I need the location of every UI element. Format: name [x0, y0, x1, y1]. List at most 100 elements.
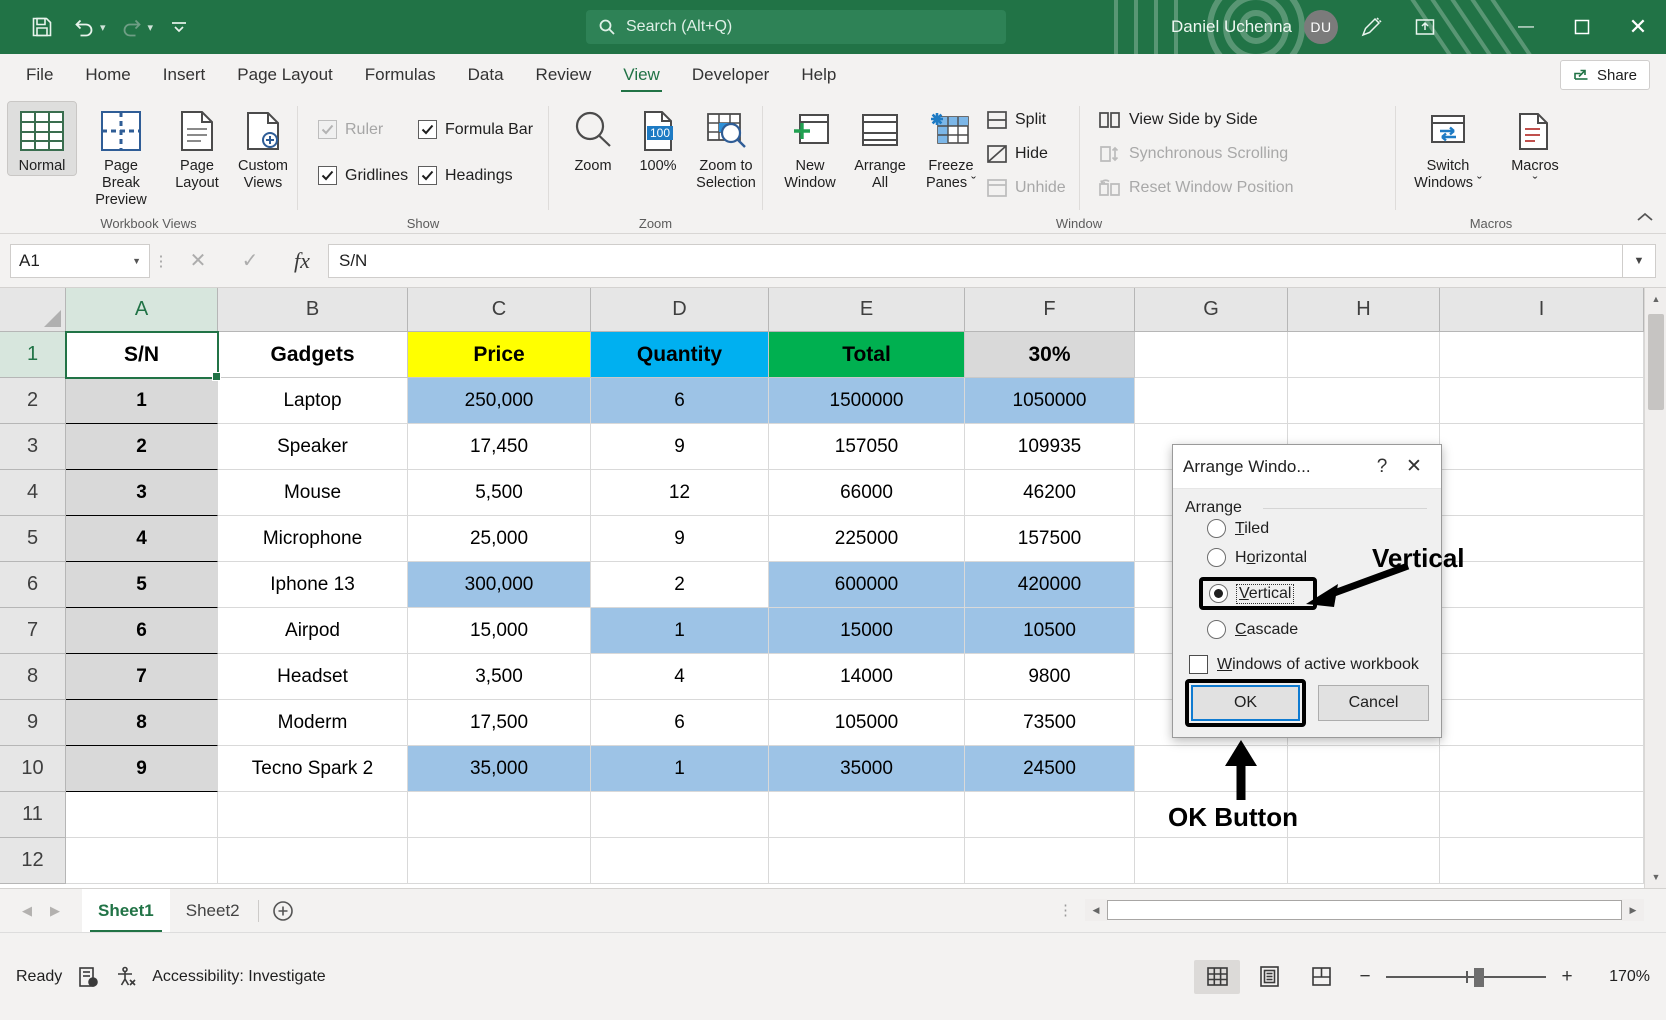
cell-B2[interactable]: Laptop [218, 378, 408, 424]
cell-A9[interactable]: 8 [66, 700, 218, 746]
accessibility-icon[interactable] [114, 965, 138, 989]
insert-function-icon[interactable]: fx [276, 244, 328, 278]
cell-H11[interactable] [1288, 792, 1440, 838]
cell-D4[interactable]: 12 [591, 470, 769, 516]
tab-file[interactable]: File [10, 54, 69, 96]
cell-B5[interactable]: Microphone [218, 516, 408, 562]
cell-C3[interactable]: 17,450 [408, 424, 591, 470]
sheet-tab-sheet2[interactable]: Sheet2 [170, 889, 256, 933]
cell-C1[interactable]: Price [408, 332, 591, 378]
customize-qat-icon[interactable] [159, 8, 199, 46]
cell-C11[interactable] [408, 792, 591, 838]
cell-B10[interactable]: Tecno Spark 2 [218, 746, 408, 792]
cell-A7[interactable]: 6 [66, 608, 218, 654]
cell-F4[interactable]: 46200 [965, 470, 1135, 516]
undo-dropdown-icon[interactable]: ▾ [100, 21, 106, 34]
cell-I7[interactable] [1440, 608, 1644, 654]
formula-input[interactable]: S/N [328, 244, 1622, 278]
cell-I4[interactable] [1440, 470, 1644, 516]
cell-A3[interactable]: 2 [66, 424, 218, 470]
column-header-c[interactable]: C [408, 288, 591, 332]
scroll-up-arrow[interactable]: ▲ [1645, 288, 1666, 310]
previous-sheet-icon[interactable]: ◀ [22, 903, 32, 919]
avatar[interactable]: DU [1304, 10, 1338, 44]
windows-of-active-workbook-checkbox[interactable]: Windows of active workbook [1189, 655, 1429, 674]
cell-F3[interactable]: 109935 [965, 424, 1135, 470]
add-sheet-button[interactable] [261, 889, 305, 933]
cell-G12[interactable] [1135, 838, 1288, 884]
confirm-entry-icon[interactable]: ✓ [224, 244, 276, 278]
cell-I10[interactable] [1440, 746, 1644, 792]
cell-C10[interactable]: 35,000 [408, 746, 591, 792]
tab-review[interactable]: Review [520, 54, 608, 96]
cell-A8[interactable]: 7 [66, 654, 218, 700]
cell-D7[interactable]: 1 [591, 608, 769, 654]
macros-button[interactable]: Macros ˇ [1496, 102, 1574, 192]
cell-D1[interactable]: Quantity [591, 332, 769, 378]
cell-F5[interactable]: 157500 [965, 516, 1135, 562]
cell-A5[interactable]: 4 [66, 516, 218, 562]
name-box[interactable]: A1 ▼ [10, 244, 150, 278]
cell-A10[interactable]: 9 [66, 746, 218, 792]
cell-D2[interactable]: 6 [591, 378, 769, 424]
cell-F9[interactable]: 73500 [965, 700, 1135, 746]
cell-G1[interactable] [1135, 332, 1288, 378]
redo-icon[interactable] [112, 8, 152, 46]
ruler-checkbox[interactable]: Ruler [318, 120, 383, 139]
cell-B11[interactable] [218, 792, 408, 838]
cell-I12[interactable] [1440, 838, 1644, 884]
row-header-2[interactable]: 2 [0, 378, 66, 424]
row-header-4[interactable]: 4 [0, 470, 66, 516]
sheet-tab-sheet1[interactable]: Sheet1 [82, 889, 170, 933]
cell-E12[interactable] [769, 838, 965, 884]
cell-B8[interactable]: Headset [218, 654, 408, 700]
cell-H10[interactable] [1288, 746, 1440, 792]
cell-D12[interactable] [591, 838, 769, 884]
cell-F2[interactable]: 1050000 [965, 378, 1135, 424]
cell-B4[interactable]: Mouse [218, 470, 408, 516]
cell-C7[interactable]: 15,000 [408, 608, 591, 654]
cell-D9[interactable]: 6 [591, 700, 769, 746]
cell-H2[interactable] [1288, 378, 1440, 424]
zoom-slider-thumb[interactable] [1474, 968, 1484, 987]
expand-formula-bar-icon[interactable]: ▼ [1622, 244, 1656, 278]
cell-C4[interactable]: 5,500 [408, 470, 591, 516]
tab-page-layout[interactable]: Page Layout [221, 54, 348, 96]
cell-F11[interactable] [965, 792, 1135, 838]
tiled-radio[interactable]: Tiled [1207, 519, 1429, 538]
cell-C9[interactable]: 17,500 [408, 700, 591, 746]
recording-macro-icon[interactable] [76, 965, 100, 989]
row-header-5[interactable]: 5 [0, 516, 66, 562]
normal-view-status-button[interactable] [1194, 960, 1240, 994]
cell-I8[interactable] [1440, 654, 1644, 700]
zoom-to-selection-button[interactable]: Zoom to Selection [691, 102, 761, 192]
tab-home[interactable]: Home [69, 54, 146, 96]
cell-E1[interactable]: Total [769, 332, 965, 378]
row-header-8[interactable]: 8 [0, 654, 66, 700]
vertical-scrollbar[interactable]: ▲ ▼ [1644, 288, 1666, 888]
column-header-i[interactable]: I [1440, 288, 1644, 332]
share-button[interactable]: Share [1560, 60, 1650, 90]
maximize-restore-button[interactable] [1554, 0, 1610, 54]
cell-H12[interactable] [1288, 838, 1440, 884]
gridlines-checkbox[interactable]: Gridlines [318, 166, 408, 185]
page-break-preview-button[interactable]: Page Break Preview [80, 102, 162, 209]
cell-I11[interactable] [1440, 792, 1644, 838]
cascade-radio[interactable]: Cascade [1207, 620, 1429, 639]
tab-data[interactable]: Data [452, 54, 520, 96]
tab-formulas[interactable]: Formulas [349, 54, 452, 96]
cell-C5[interactable]: 25,000 [408, 516, 591, 562]
zoom-100-button[interactable]: 100 100% [627, 102, 689, 175]
cell-F7[interactable]: 10500 [965, 608, 1135, 654]
cell-C8[interactable]: 3,500 [408, 654, 591, 700]
row-header-9[interactable]: 9 [0, 700, 66, 746]
cell-E11[interactable] [769, 792, 965, 838]
cancel-entry-icon[interactable]: ✕ [172, 244, 224, 278]
cell-E10[interactable]: 35000 [769, 746, 965, 792]
row-header-1[interactable]: 1 [0, 332, 66, 378]
tab-developer[interactable]: Developer [676, 54, 786, 96]
column-header-b[interactable]: B [218, 288, 408, 332]
cell-F6[interactable]: 420000 [965, 562, 1135, 608]
accessibility-status[interactable]: Accessibility: Investigate [152, 968, 325, 986]
zoom-level-label[interactable]: 170% [1588, 968, 1650, 986]
